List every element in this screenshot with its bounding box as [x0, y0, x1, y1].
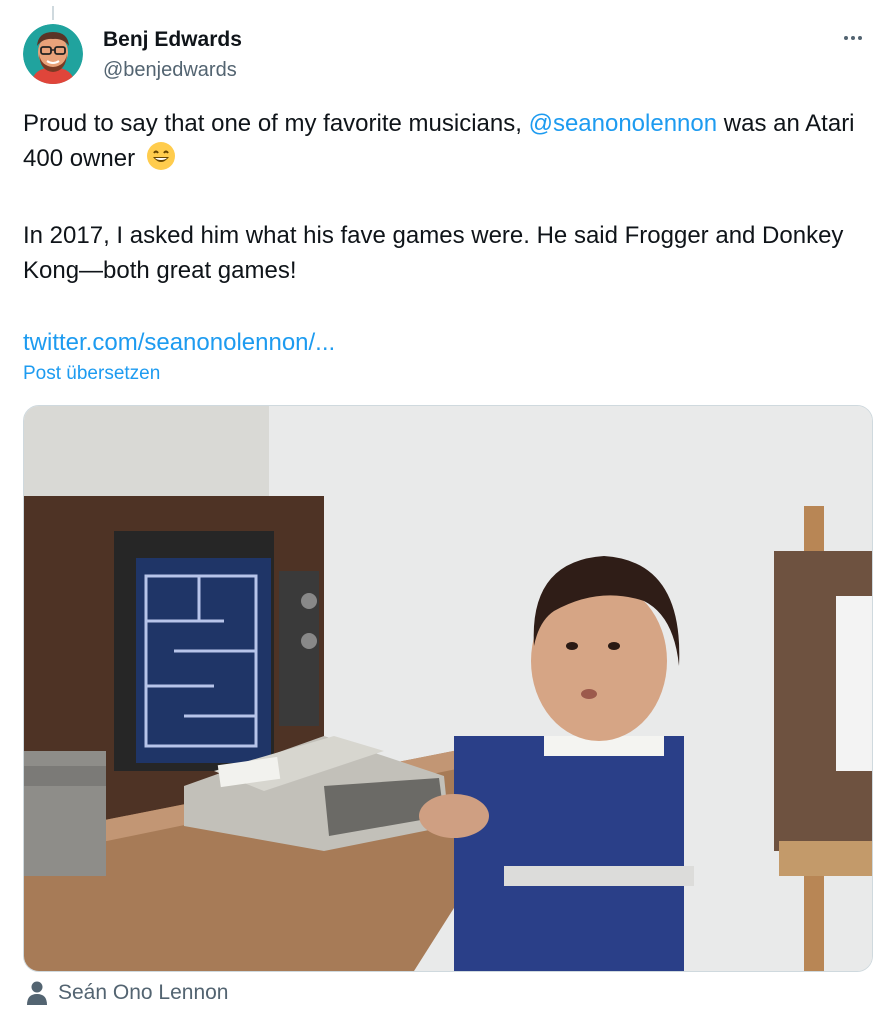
tweet-photo[interactable]	[23, 405, 873, 972]
author-avatar[interactable]	[23, 24, 83, 84]
mention-link[interactable]: @seanonolennon	[529, 110, 718, 137]
more-dot	[851, 36, 855, 40]
tweet-text: Proud to say that one of my favorite mus…	[23, 106, 883, 360]
thread-line	[52, 6, 54, 20]
tweet-paragraph-2: In 2017, I asked him what his fave games…	[23, 222, 844, 284]
more-dot	[858, 36, 862, 40]
translate-post-link[interactable]: Post übersetzen	[23, 363, 160, 385]
avatar-illustration-icon	[23, 24, 83, 84]
author-display-name[interactable]: Benj Edwards	[103, 28, 242, 52]
tweet-text-segment: Proud to say that one of my favorite mus…	[23, 110, 529, 137]
person-icon	[27, 981, 47, 1005]
author-handle[interactable]: @benjedwards	[103, 58, 242, 82]
tweet-paragraph-1: Proud to say that one of my favorite mus…	[23, 106, 883, 181]
grinning-face-emoji-icon	[146, 141, 176, 181]
external-link[interactable]: twitter.com/seanonolennon/...	[23, 329, 335, 356]
more-horizontal-icon	[844, 36, 848, 40]
author-block: Benj Edwards @benjedwards	[103, 28, 242, 82]
tagged-user-label: Seán Ono Lennon	[58, 981, 229, 1004]
tagged-user[interactable]: Seán Ono Lennon	[26, 981, 228, 1005]
photo-illustration	[24, 406, 872, 971]
more-options-button[interactable]	[835, 24, 871, 52]
